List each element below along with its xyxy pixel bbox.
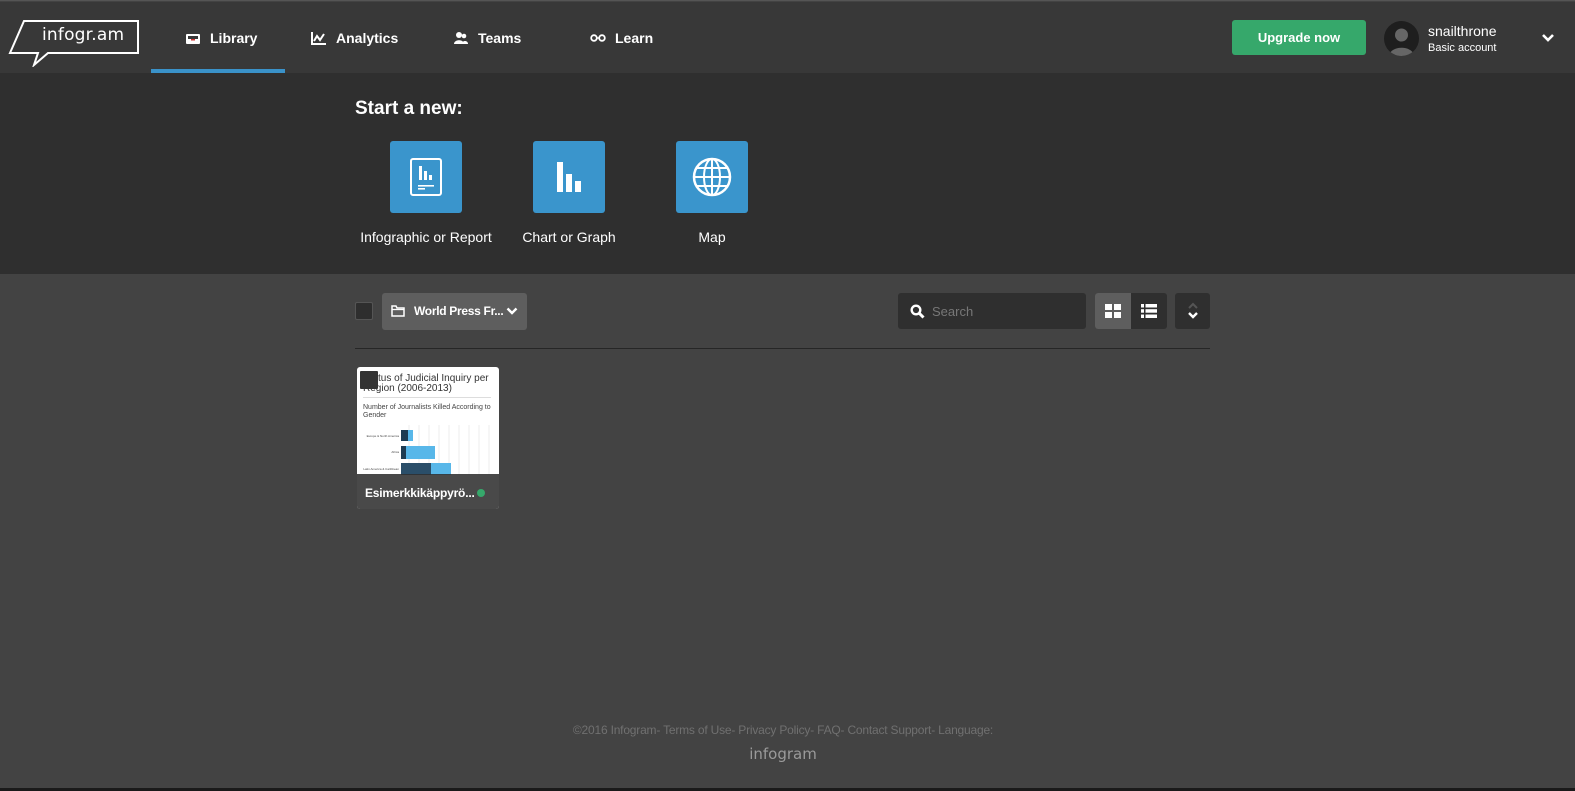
start-new-section: Start a new: Infographic or Report Chart… xyxy=(0,73,1575,274)
avatar[interactable] xyxy=(1384,21,1419,56)
thumb-bar xyxy=(401,446,406,459)
new-map-button[interactable] xyxy=(676,141,748,213)
report-icon xyxy=(410,158,442,196)
grid-icon xyxy=(1105,304,1121,318)
thumb-row-label: Latin America & Caribbean xyxy=(363,467,399,471)
new-map-label[interactable]: Map xyxy=(632,229,792,245)
published-status-dot xyxy=(477,489,485,497)
user-name[interactable]: snailthrone xyxy=(1428,23,1497,39)
thumb-row-label: Africa xyxy=(391,450,399,454)
footer-terms-link[interactable]: Terms of Use xyxy=(663,723,731,737)
project-card[interactable]: Status of Judicial Inquiry per Region (2… xyxy=(357,367,499,509)
nav-library-label: Library xyxy=(210,29,258,46)
upgrade-now-button[interactable]: Upgrade now xyxy=(1232,20,1366,55)
thumb-bar xyxy=(408,430,413,441)
bar-chart-icon xyxy=(557,162,581,192)
nav-learn[interactable]: Learn xyxy=(590,2,653,73)
thumbnail-title: Status of Judicial Inquiry per Region (2… xyxy=(363,373,489,394)
new-infographic-button[interactable] xyxy=(390,141,462,213)
globe-icon xyxy=(692,157,732,197)
folder-dropdown[interactable]: World Press Fr... xyxy=(382,293,527,330)
account-plan: Basic account xyxy=(1428,42,1497,54)
view-mode-toggle xyxy=(1095,293,1167,329)
search-icon xyxy=(910,304,925,319)
search-input[interactable] xyxy=(932,293,1080,329)
folder-name: World Press Fr... xyxy=(414,304,504,318)
chevron-down-icon xyxy=(506,307,518,315)
thumbnail-subtitle: Number of Journalists Killed According t… xyxy=(363,404,491,419)
start-new-title: Start a new: xyxy=(355,98,463,119)
thumb-row-label: Europe & North America xyxy=(367,434,400,438)
user-silhouette-icon xyxy=(1389,28,1414,56)
list-view-button[interactable] xyxy=(1131,293,1167,329)
nav-teams-label: Teams xyxy=(478,29,522,46)
new-infographic-label[interactable]: Infographic or Report xyxy=(346,229,506,245)
account-menu-chevron-down-icon[interactable] xyxy=(1541,33,1555,43)
new-chart-label[interactable]: Chart or Graph xyxy=(489,229,649,245)
users-icon xyxy=(454,31,468,44)
infogram-logo[interactable]: infogr.am xyxy=(8,19,140,67)
project-select-checkbox[interactable] xyxy=(360,371,378,389)
nav-teams[interactable]: Teams xyxy=(453,2,521,73)
line-chart-icon xyxy=(311,31,326,45)
footer-privacy-link[interactable]: Privacy Policy xyxy=(738,723,810,737)
footer-support-link[interactable]: Contact Support xyxy=(847,723,931,737)
logo-text: infogr.am xyxy=(42,25,125,45)
toolbar-divider xyxy=(355,348,1210,349)
footer-brand-logo: infogram xyxy=(749,745,817,763)
select-all-checkbox[interactable] xyxy=(355,302,373,320)
footer-language-link[interactable]: Language: xyxy=(938,723,993,737)
sort-chevrons-icon xyxy=(1187,302,1198,319)
nav-analytics[interactable]: Analytics xyxy=(311,2,398,73)
thumb-bar xyxy=(406,446,435,459)
thumbnail-bar-chart: Europe & North America Africa Latin Amer… xyxy=(363,425,490,475)
top-navigation-bar: infogr.am Library Analytics Teams Learn … xyxy=(0,2,1575,73)
list-icon xyxy=(1141,304,1157,318)
grid-view-button[interactable] xyxy=(1095,293,1131,329)
nav-learn-label: Learn xyxy=(615,29,654,46)
footer-faq-link[interactable]: FAQ xyxy=(817,723,841,737)
footer-copyright: ©2016 Infogram xyxy=(572,723,657,737)
thumbnail-divider xyxy=(363,397,491,398)
project-name[interactable]: Esimerkkikäppyrö... xyxy=(365,486,475,500)
search-box xyxy=(898,293,1086,329)
nav-analytics-label: Analytics xyxy=(336,29,399,46)
nav-library[interactable]: Library xyxy=(185,2,257,73)
inbox-tray-icon xyxy=(186,33,200,44)
folder-icon xyxy=(391,305,405,317)
footer-links: ©2016 Infogram- Terms of Use- Privacy Po… xyxy=(572,723,994,737)
sort-button[interactable] xyxy=(1175,293,1210,329)
glasses-icon xyxy=(590,33,606,42)
new-chart-button[interactable] xyxy=(533,141,605,213)
